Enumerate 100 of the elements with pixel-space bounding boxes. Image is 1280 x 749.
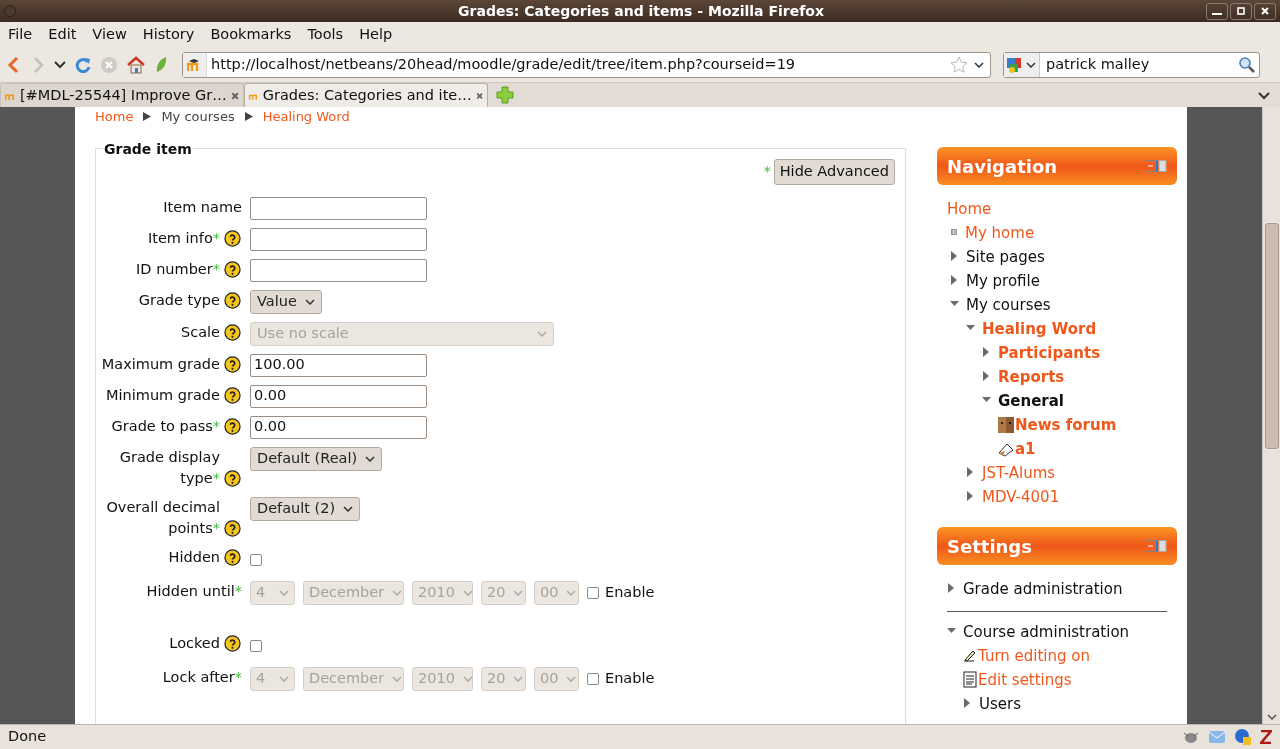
field-label: Item name	[163, 197, 242, 217]
dock-icon[interactable]	[1145, 160, 1167, 172]
search-engine-icon[interactable]	[1007, 56, 1023, 74]
breadcrumb-link[interactable]: Healing Word	[262, 107, 350, 127]
collapsed-arrow-icon[interactable]	[950, 275, 959, 285]
text-field[interactable]: 0.00	[250, 384, 427, 408]
text-field[interactable]: 100.00	[250, 353, 427, 377]
menu-item[interactable]: File	[8, 24, 33, 46]
assignment-icon	[998, 441, 1014, 457]
expanded-arrow-icon[interactable]	[966, 323, 975, 333]
help-icon[interactable]	[224, 291, 241, 309]
collapsed-arrow-icon[interactable]	[982, 371, 991, 381]
field-label: Overall decimal points*	[105, 497, 220, 538]
home-icon[interactable]	[126, 56, 146, 74]
help-icon[interactable]	[224, 469, 241, 487]
z-icon[interactable]	[1260, 730, 1272, 744]
scroll-down-icon[interactable]	[1266, 714, 1277, 720]
field-label: ID number*	[136, 259, 220, 279]
help-icon[interactable]	[224, 355, 241, 373]
help-icon[interactable]	[224, 548, 241, 566]
chevron-down-icon[interactable]	[54, 61, 66, 69]
caret-icon	[365, 455, 376, 462]
checkbox[interactable]	[250, 639, 262, 652]
menu-item[interactable]: Tools	[307, 24, 344, 46]
caret-icon	[462, 589, 473, 596]
close-button[interactable]	[1254, 2, 1276, 20]
expanded-arrow-icon[interactable]	[950, 299, 959, 309]
tree-item[interactable]: Users	[979, 694, 1021, 714]
caret-icon	[513, 675, 524, 682]
tree-item[interactable]: My home	[965, 223, 1035, 243]
text-field[interactable]: 0.00	[250, 415, 427, 439]
address-bar[interactable]: http://localhost/netbeans/20head/moodle/grade/edit/tree/item.php?courseid=19	[182, 52, 991, 78]
maximize-icon	[1236, 6, 1246, 16]
help-icon[interactable]	[224, 229, 241, 247]
dropdown[interactable]: Value	[250, 289, 322, 314]
caret-icon	[566, 675, 577, 682]
search-icon[interactable]	[1238, 56, 1256, 74]
dock-icon[interactable]	[1145, 540, 1167, 552]
checkbox-label: Enable	[605, 668, 655, 688]
menu-item[interactable]: Bookmarks	[210, 24, 292, 46]
tree-item[interactable]: MDV-4001	[982, 487, 1060, 507]
breadcrumb-arrow-icon	[244, 112, 253, 122]
field-label: Grade display type*	[118, 447, 220, 488]
text-field[interactable]	[250, 258, 427, 282]
tree-item[interactable]: Course administration	[963, 622, 1130, 642]
text-field[interactable]	[250, 196, 427, 220]
text-field[interactable]	[250, 227, 427, 251]
checkbox-label: Enable	[605, 582, 655, 602]
dropdown[interactable]: Default (2)	[250, 496, 361, 521]
dropdown[interactable]: Default (Real)	[250, 446, 383, 471]
menu-item[interactable]: History	[142, 24, 195, 46]
browser-tab[interactable]: Grades: Categories and ite…	[244, 83, 488, 107]
tree-item[interactable]: Edit settings	[978, 670, 1072, 690]
tree-item[interactable]: Grade administration	[963, 579, 1123, 599]
help-icon[interactable]	[224, 634, 241, 652]
tree-item[interactable]: General	[998, 391, 1064, 411]
tree-item[interactable]: My profile	[966, 271, 1040, 291]
checkbox[interactable]	[250, 553, 262, 566]
reload-icon[interactable]	[74, 56, 92, 74]
scrollbar[interactable]	[1262, 107, 1280, 724]
menu-item[interactable]: View	[92, 24, 127, 46]
tree-item[interactable]: Home	[947, 199, 992, 219]
field-label: Locked	[169, 633, 220, 653]
collapsed-arrow-icon[interactable]	[950, 251, 959, 261]
minimize-button[interactable]	[1206, 2, 1228, 20]
caret-icon	[392, 589, 403, 596]
collapsed-arrow-icon[interactable]	[947, 583, 956, 593]
bullet-icon	[951, 229, 957, 235]
collapsed-arrow-icon[interactable]	[963, 698, 972, 708]
collapsed-arrow-icon[interactable]	[966, 467, 975, 477]
tab-title: Grades: Categories and ite…	[262, 85, 472, 105]
star-icon[interactable]	[950, 56, 968, 74]
tree-item[interactable]: My courses	[966, 295, 1051, 315]
menu-item[interactable]: Help	[359, 24, 393, 46]
help-icon[interactable]	[224, 519, 241, 537]
caret-icon	[513, 589, 524, 596]
expanded-arrow-icon[interactable]	[947, 626, 956, 636]
collapsed-arrow-icon[interactable]	[966, 491, 975, 501]
caret-icon	[279, 675, 289, 682]
caret-icon	[537, 330, 547, 337]
tree-item[interactable]: Site pages	[966, 247, 1045, 267]
field-label: Hidden	[168, 547, 220, 567]
hide-advanced-button[interactable]: Hide Advanced	[773, 158, 895, 185]
tab-title: [#MDL-25544] Improve Gr…	[19, 85, 227, 105]
caret-icon	[343, 505, 354, 512]
forum-icon	[998, 417, 1014, 433]
help-icon[interactable]	[224, 260, 241, 278]
breadcrumb-link[interactable]: Home	[95, 107, 134, 127]
search-text: patrick malley	[1046, 55, 1150, 75]
browser-tab[interactable]: [#MDL-25544] Improve Gr…	[0, 83, 244, 107]
field-label: Maximum grade	[101, 354, 220, 374]
search-field[interactable]: patrick malley	[1003, 52, 1260, 78]
help-icon[interactable]	[224, 386, 241, 404]
expanded-arrow-icon[interactable]	[982, 395, 991, 405]
help-icon[interactable]	[224, 417, 241, 435]
collapsed-arrow-icon[interactable]	[982, 347, 991, 357]
menu-item[interactable]: Edit	[48, 24, 77, 46]
globe-icon[interactable]	[1234, 728, 1252, 746]
maximize-button[interactable]	[1230, 2, 1252, 20]
chevron-down-icon[interactable]	[1258, 92, 1270, 100]
